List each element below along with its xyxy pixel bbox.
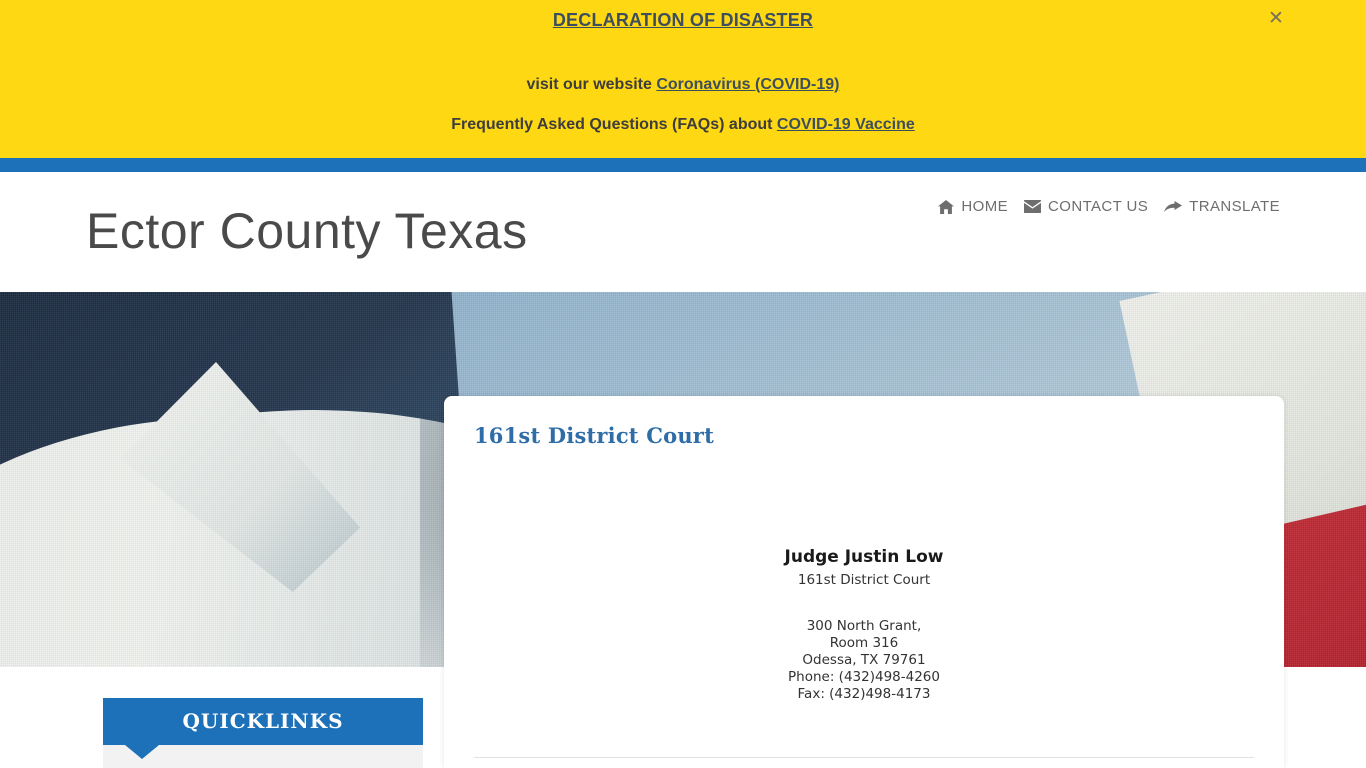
judge-court-label: 161st District Court xyxy=(797,572,931,588)
nav-item-contact-us-label: CONTACT US xyxy=(1048,198,1149,215)
quicklinks-header[interactable]: QUICKLINKS xyxy=(103,698,423,745)
fax-number: Fax: (432)498-4173 xyxy=(797,686,931,702)
blue-divider xyxy=(0,158,1366,172)
alert-line-2-text: visit our website xyxy=(526,76,657,93)
nav-item-home-label: HOME xyxy=(961,198,1009,215)
address-line-2: Room 316 xyxy=(829,635,899,651)
alert-line-coronavirus: visit our website Coronavirus (COVID-19) xyxy=(0,76,1366,94)
address-block: 300 North Grant, Room 316 Odessa, TX 797… xyxy=(444,618,1284,703)
nav-item-home[interactable]: HOME xyxy=(938,198,1008,215)
site-title[interactable]: Ector County Texas xyxy=(86,202,528,260)
home-icon xyxy=(938,199,955,214)
address-line-1: 300 North Grant, xyxy=(806,618,922,634)
covid19-vaccine-link[interactable]: COVID-19 Vaccine xyxy=(777,116,915,133)
declaration-of-disaster-link[interactable]: DECLARATION OF DISASTER xyxy=(0,10,1366,31)
nav-item-contact-us[interactable]: CONTACT US xyxy=(1024,198,1148,215)
alert-line-faq: Frequently Asked Questions (FAQs) about … xyxy=(0,116,1366,134)
page-title: 161st District Court xyxy=(474,423,714,448)
phone-number: Phone: (432)498-4260 xyxy=(788,669,940,685)
card-divider xyxy=(474,757,1254,758)
share-arrow-icon xyxy=(1164,200,1183,214)
nav-item-translate[interactable]: TRANSLATE xyxy=(1164,198,1280,215)
envelope-icon xyxy=(1024,200,1042,213)
utility-nav: HOME CONTACT US TRANSLATE xyxy=(938,198,1280,215)
content-card: 161st District Court Judge Justin Low 16… xyxy=(444,396,1284,768)
nav-item-translate-label: TRANSLATE xyxy=(1189,198,1280,215)
alert-banner: DECLARATION OF DISASTER visit our websit… xyxy=(0,0,1366,158)
site-header: Ector County Texas HOME CONTACT US TRANS… xyxy=(0,172,1366,444)
alert-line-3-text: Frequently Asked Questions (FAQs) about xyxy=(451,116,777,133)
coronavirus-covid19-link[interactable]: Coronavirus (COVID-19) xyxy=(656,76,839,93)
close-icon[interactable]: ✕ xyxy=(1265,8,1287,30)
judge-contact-block: Judge Justin Low 161st District Court 30… xyxy=(444,546,1284,703)
quicklinks-widget: QUICKLINKS xyxy=(103,698,423,768)
quicklinks-pointer-icon xyxy=(125,745,159,759)
address-line-3: Odessa, TX 79761 xyxy=(802,652,926,668)
judge-name: Judge Justin Low xyxy=(784,547,944,567)
